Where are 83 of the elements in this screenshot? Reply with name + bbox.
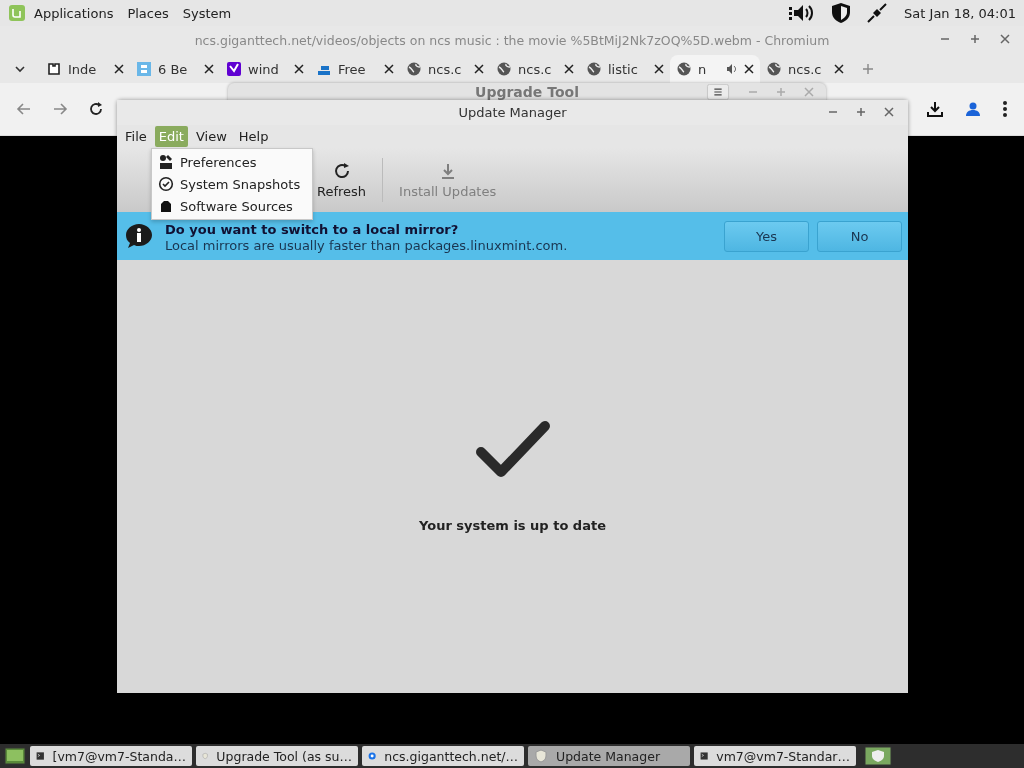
profile-icon[interactable] [964, 100, 982, 118]
window-title: Upgrade Tool [475, 84, 579, 100]
close-icon[interactable] [654, 64, 664, 74]
info-icon [125, 223, 153, 249]
globe-icon [406, 61, 422, 77]
shield-icon[interactable] [830, 2, 853, 24]
square-icon [226, 61, 242, 77]
browser-tab[interactable]: wind [220, 55, 310, 83]
tab-title: n [698, 61, 708, 77]
taskbar-button[interactable]: [vm7@vm7-Standa… [30, 746, 192, 766]
terminal-icon [700, 749, 709, 763]
browser-tab[interactable]: ncs.c [490, 55, 580, 83]
tab-title: wind [248, 61, 280, 77]
panel-menu[interactable]: Places [127, 5, 169, 21]
close-icon[interactable] [834, 64, 844, 74]
panel-menu[interactable]: System [182, 5, 232, 21]
clock-icon [158, 176, 174, 192]
browser-tab[interactable]: n [670, 55, 760, 83]
menu-item[interactable]: Software Sources [152, 195, 312, 217]
forward-arrow-icon[interactable] [52, 101, 68, 117]
reload-icon[interactable] [88, 101, 104, 117]
close-icon[interactable] [114, 64, 124, 74]
info-button[interactable]: No [817, 220, 902, 252]
browser-tab[interactable]: Inde [40, 55, 130, 83]
info-button[interactable]: Yes [724, 220, 809, 252]
browser-tab[interactable]: 6 Be [130, 55, 220, 83]
browser-tab[interactable]: Free [310, 55, 400, 83]
browser-tab[interactable]: listic [580, 55, 670, 83]
menu-item-label: Preferences [180, 154, 257, 170]
close-icon[interactable] [384, 64, 394, 74]
taskbar-button[interactable]: Upgrade Tool (as su… [196, 746, 358, 766]
menu-item-label: System Snapshots [180, 176, 301, 192]
show-desktop-icon[interactable] [4, 747, 26, 765]
browser-tab[interactable]: ncs.c [760, 55, 850, 83]
taskbar-button[interactable]: ncs.giganttech.net/… [362, 746, 524, 766]
globe-icon [496, 61, 512, 77]
globe-icon [766, 61, 782, 77]
maximize-icon[interactable] [856, 107, 866, 117]
menu-item[interactable]: View [191, 126, 231, 147]
back-arrow-icon[interactable] [16, 101, 32, 117]
tile-icon [136, 61, 152, 77]
close-icon[interactable] [474, 64, 484, 74]
menu-item[interactable]: Help [234, 126, 273, 147]
window-title: Update Manager [458, 105, 567, 120]
tab-title: ncs.c [518, 61, 553, 77]
plus-icon[interactable] [862, 63, 874, 75]
more-menu-icon[interactable] [1002, 100, 1008, 118]
workspace-icon[interactable] [864, 746, 892, 766]
window-title: ncs.giganttech.net/videos/objects on ncs music : the movie %5BtMiJ2Nk7zOQ%5D.webm - Chromium [194, 33, 830, 48]
chevron-down-icon[interactable] [14, 63, 26, 75]
menu-item[interactable]: File [121, 126, 151, 147]
tab-title: 6 Be [158, 61, 189, 77]
panel-menu[interactable]: Applications [34, 5, 114, 21]
close-icon[interactable] [564, 64, 574, 74]
shield-icon [534, 749, 548, 763]
terminal-icon [36, 749, 45, 763]
maximize-icon[interactable] [970, 34, 980, 44]
clock-text[interactable]: Sat Jan 18, 04:01 [904, 5, 1016, 21]
tab-title: Inde [68, 61, 98, 77]
globe-icon [586, 61, 602, 77]
tab-title: ncs.c [428, 61, 463, 77]
menu-item[interactable]: System Snapshots [152, 173, 312, 195]
tab-title: ncs.c [788, 61, 823, 77]
menu-item-label: Software Sources [180, 198, 293, 214]
close-icon[interactable] [204, 64, 214, 74]
toolbar-button[interactable]: Refresh [317, 161, 367, 199]
refresh-icon [332, 161, 351, 180]
info-message: Local mirrors are usually faster than packages.linuxmint.com. [165, 238, 569, 254]
menu-icon[interactable] [706, 84, 730, 100]
network-plug-icon[interactable] [866, 2, 889, 24]
taskbar-button[interactable]: vm7@vm7-Standar… [694, 746, 856, 766]
tab-title: listic [608, 61, 639, 77]
taskbar-button[interactable]: Update Manager [528, 746, 690, 766]
download-icon[interactable] [926, 100, 944, 118]
tab-title: Free [338, 61, 367, 77]
globe-icon [676, 61, 692, 77]
browser-tab[interactable]: ncs.c [400, 55, 490, 83]
close-icon[interactable] [744, 64, 754, 74]
status-message: Your system is up to date [419, 518, 606, 533]
close-icon[interactable] [294, 64, 304, 74]
menu-item[interactable]: Preferences [152, 151, 312, 173]
info-title: Do you want to switch to a local mirror? [165, 222, 460, 238]
speaker-icon[interactable] [726, 63, 738, 75]
